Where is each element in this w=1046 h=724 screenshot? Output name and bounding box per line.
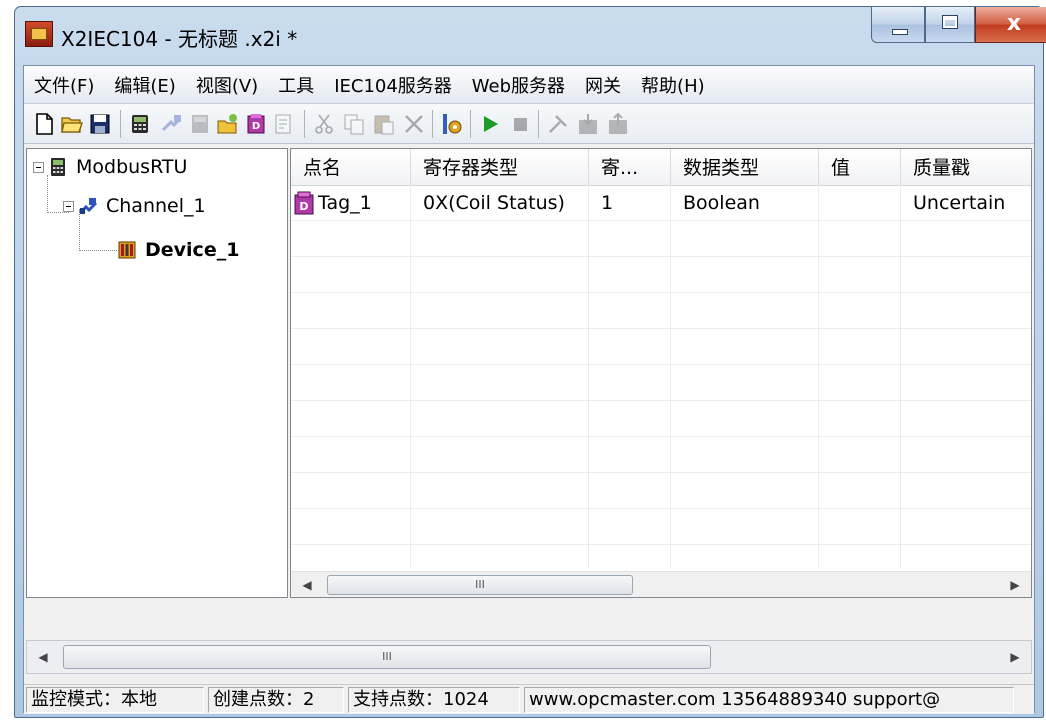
app-icon[interactable] xyxy=(25,21,53,47)
column-header-data-type[interactable]: 数据类型 xyxy=(671,149,819,185)
main-horizontal-scrollbar[interactable]: ◀ III ▶ xyxy=(26,640,1032,674)
window-title: X2IEC104 - 无标题 .x2i * xyxy=(61,27,298,51)
project-tree: ModbusRTU Channel_1 Device_1 xyxy=(26,148,288,598)
status-mode: 监控模式：本地 xyxy=(26,687,204,713)
maximize-button[interactable] xyxy=(925,7,975,43)
scroll-thumb[interactable]: III xyxy=(63,645,711,669)
toolbar-separator xyxy=(304,110,305,138)
svg-text:D: D xyxy=(299,200,308,213)
collapse-icon[interactable] xyxy=(63,200,74,212)
status-contact: www.opcmaster.com 13564889340 support@ xyxy=(524,687,1014,713)
empty-row xyxy=(291,509,1031,545)
stop-icon[interactable] xyxy=(508,112,532,136)
runtime-settings-icon[interactable] xyxy=(440,112,464,136)
menu-iec104-server[interactable]: IEC104服务器 xyxy=(334,72,452,98)
column-header-address[interactable]: 寄... xyxy=(589,149,671,185)
empty-row xyxy=(291,401,1031,437)
list-horizontal-scrollbar[interactable]: ◀ III ▶ xyxy=(291,571,1031,597)
column-header-value[interactable]: 值 xyxy=(819,149,901,185)
cut-icon[interactable] xyxy=(312,112,336,136)
status-created-count: 创建点数：2 xyxy=(208,687,344,713)
add-device-icon[interactable] xyxy=(128,112,152,136)
column-header-register-type[interactable]: 寄存器类型 xyxy=(411,149,589,185)
close-icon: x xyxy=(1006,11,1022,36)
tag-name: Tag_1 xyxy=(318,192,372,214)
tree-node-channel[interactable]: Channel_1 xyxy=(63,191,206,221)
tag-icon[interactable]: D xyxy=(244,112,268,136)
tree-connector xyxy=(79,250,117,251)
start-icon[interactable] xyxy=(478,112,502,136)
menu-view[interactable]: 视图(V) xyxy=(196,72,258,98)
tools-icon[interactable] xyxy=(546,112,570,136)
cell-quality: Uncertain xyxy=(913,192,1006,214)
scroll-right-icon[interactable]: ▶ xyxy=(1001,641,1029,673)
column-header-name[interactable]: 点名 xyxy=(291,149,411,185)
status-bar: 监控模式：本地 创建点数：2 支持点数：1024 www.opcmaster.c… xyxy=(24,684,1034,714)
client-area: 文件(F) 编辑(E) 视图(V) 工具 IEC104服务器 Web服务器 网关… xyxy=(23,65,1035,714)
menu-file[interactable]: 文件(F) xyxy=(34,72,94,98)
svg-text:D: D xyxy=(252,121,260,132)
empty-row xyxy=(291,473,1031,509)
paste-icon[interactable] xyxy=(372,112,396,136)
save-icon[interactable] xyxy=(88,112,112,136)
table-row[interactable]: D Tag_1 0X(Coil Status) 1 Boolean Uncert… xyxy=(291,185,1031,221)
collapse-icon[interactable] xyxy=(33,161,44,173)
menu-help[interactable]: 帮助(H) xyxy=(641,72,705,98)
toolbar-separator xyxy=(470,110,471,138)
cell-data-type: Boolean xyxy=(683,192,760,214)
column-header-quality[interactable]: 质量戳 xyxy=(901,149,1031,185)
scroll-thumb[interactable]: III xyxy=(327,575,633,595)
menu-tools[interactable]: 工具 xyxy=(278,72,314,98)
properties-icon[interactable] xyxy=(272,112,296,136)
toolbar: D xyxy=(24,104,1034,144)
tree-node-device[interactable]: Device_1 xyxy=(117,235,239,265)
tree-node-label: ModbusRTU xyxy=(76,156,188,178)
new-file-icon[interactable] xyxy=(32,112,56,136)
menu-edit[interactable]: 编辑(E) xyxy=(114,72,175,98)
modbus-device-icon xyxy=(51,158,65,176)
app-window: X2IEC104 - 无标题 .x2i * x 文件(F) 编辑(E) 视图(V… xyxy=(14,6,1046,718)
scroll-grip: III xyxy=(382,650,392,663)
copy-icon[interactable] xyxy=(342,112,366,136)
empty-row xyxy=(291,329,1031,365)
add-channel-icon[interactable] xyxy=(160,112,184,136)
tree-node-label: Device_1 xyxy=(145,239,240,261)
status-supported-count: 支持点数：1024 xyxy=(348,687,520,713)
toolbar-separator xyxy=(538,110,539,138)
list-header: 点名 寄存器类型 寄... 数据类型 值 质量戳 xyxy=(291,149,1031,186)
scroll-left-icon[interactable]: ◀ xyxy=(29,641,57,673)
load-icon[interactable] xyxy=(576,112,600,136)
empty-row xyxy=(291,257,1031,293)
tag-list: 点名 寄存器类型 寄... 数据类型 值 质量戳 D Tag_1 0X(Coil… xyxy=(290,148,1032,598)
scroll-left-icon[interactable]: ◀ xyxy=(293,572,321,597)
channel-icon xyxy=(78,198,98,215)
empty-row xyxy=(291,365,1031,401)
open-folder-icon[interactable] xyxy=(60,112,84,136)
new-tag-icon[interactable] xyxy=(216,112,240,136)
title-bar[interactable]: X2IEC104 - 无标题 .x2i * x xyxy=(15,7,1046,65)
tree-node-label: Channel_1 xyxy=(106,195,206,217)
cell-register-type: 0X(Coil Status) xyxy=(423,192,565,214)
menu-web-server[interactable]: Web服务器 xyxy=(472,72,565,98)
cell-address: 1 xyxy=(601,192,614,214)
empty-row xyxy=(291,293,1031,329)
upload-icon[interactable] xyxy=(606,112,630,136)
delete-icon[interactable] xyxy=(402,112,426,136)
tree-node-root[interactable]: ModbusRTU xyxy=(33,152,187,182)
scroll-grip: III xyxy=(475,578,485,591)
toolbar-separator xyxy=(120,110,121,138)
minimize-button[interactable] xyxy=(871,7,925,43)
cell-name: D Tag_1 xyxy=(291,185,411,221)
toolbar-separator xyxy=(432,110,433,138)
device-icon xyxy=(118,241,136,259)
empty-row xyxy=(291,221,1031,257)
scroll-right-icon[interactable]: ▶ xyxy=(1001,572,1029,597)
cell-value xyxy=(819,185,901,221)
close-button[interactable]: x xyxy=(975,7,1046,43)
tag-icon: D xyxy=(294,191,314,215)
menu-gateway[interactable]: 网关 xyxy=(585,72,621,98)
empty-row xyxy=(291,437,1031,473)
menu-bar: 文件(F) 编辑(E) 视图(V) 工具 IEC104服务器 Web服务器 网关… xyxy=(24,66,1034,104)
add-device-disabled-icon[interactable] xyxy=(188,112,212,136)
